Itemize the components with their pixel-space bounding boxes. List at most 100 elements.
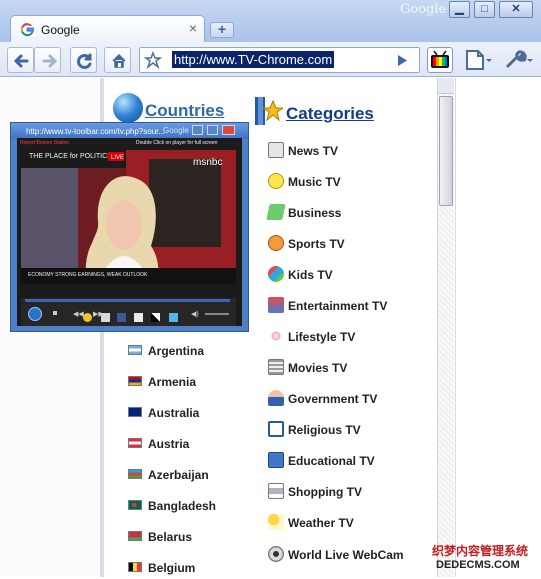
tv-player-window[interactable]: http://www.tv-toolbar.com/tv.php?sour...… xyxy=(10,122,249,332)
tab-close-icon[interactable]: × xyxy=(189,20,197,36)
scroll-up-icon[interactable] xyxy=(438,78,454,94)
category-label: World Live WebCam xyxy=(288,548,404,562)
reload-button[interactable] xyxy=(70,47,97,73)
bangladesh-flag-icon xyxy=(128,500,142,510)
right-page-edge xyxy=(455,78,541,577)
tv-video-frame[interactable]: THE PLACE for POLITICS LIVE msnbc ECONOM… xyxy=(21,150,236,300)
volume-icon[interactable]: ◀) xyxy=(191,310,199,318)
delicious-icon[interactable] xyxy=(151,313,160,322)
tv-extension-button[interactable] xyxy=(427,47,453,73)
back-button[interactable] xyxy=(7,47,34,73)
countries-heading[interactable]: Countries xyxy=(145,101,224,121)
share-toolbar xyxy=(83,313,183,325)
categories-heading[interactable]: Categories xyxy=(286,104,374,124)
kids-icon xyxy=(268,266,284,282)
browser-title-bar: Google × + Google ▁ □ ✕ xyxy=(0,0,541,43)
address-url[interactable]: http://www.TV-Chrome.com xyxy=(172,51,335,68)
category-label: Sports TV xyxy=(288,237,345,251)
wrench-icon xyxy=(506,50,533,68)
bookmark-star-icon[interactable] xyxy=(144,51,162,69)
live-label: LIVE xyxy=(111,155,124,161)
armenia-flag-icon xyxy=(128,376,142,386)
home-button[interactable] xyxy=(104,47,131,73)
category-label: Entertainment TV xyxy=(288,299,388,313)
maximize-button[interactable]: □ xyxy=(474,1,495,18)
seek-bar[interactable] xyxy=(25,299,230,302)
address-bar[interactable]: http://www.TV-Chrome.com xyxy=(139,47,420,73)
popup-scrollbar[interactable] xyxy=(437,78,454,577)
australia-flag-icon xyxy=(128,407,142,417)
argentina-flag-icon xyxy=(128,345,142,355)
twitter-icon[interactable] xyxy=(169,313,178,322)
player-title-bar[interactable]: http://www.tv-toolbar.com/tv.php?sour...… xyxy=(11,123,248,139)
new-tab-button[interactable]: + xyxy=(210,22,234,38)
sports-icon xyxy=(268,235,284,251)
browser-tab[interactable]: Google × xyxy=(10,15,205,43)
player-google-label: Google xyxy=(163,126,189,135)
shopping-icon xyxy=(268,483,284,499)
back-icon xyxy=(13,54,29,68)
play-icon[interactable] xyxy=(28,307,42,321)
news-ticker: ECONOMY STRONG EARNINGS, WEAK OUTLOOK xyxy=(28,272,148,278)
country-label: Azerbaijan xyxy=(148,468,209,482)
minimize-button[interactable]: ▁ xyxy=(449,1,470,18)
video-player[interactable]: Report Broken Station Double Click on pl… xyxy=(17,138,242,326)
music-icon xyxy=(268,173,284,189)
category-label: News TV xyxy=(288,144,339,158)
volume-slider[interactable] xyxy=(205,313,229,315)
belarus-flag-icon xyxy=(128,531,142,541)
browser-toolbar: http://www.TV-Chrome.com xyxy=(0,42,541,77)
people-icon[interactable] xyxy=(134,313,143,322)
category-label: Lifestyle TV xyxy=(288,330,356,344)
watermark: 织梦内容管理系统 DEDECMS.COM xyxy=(430,540,541,577)
report-broken-station[interactable]: Report Broken Station xyxy=(20,140,69,146)
network-logo: msnbc xyxy=(193,157,222,168)
news-icon xyxy=(268,142,284,158)
forward-icon xyxy=(42,54,58,68)
movies-icon xyxy=(268,359,284,375)
stop-icon[interactable] xyxy=(53,311,57,315)
facebook-icon[interactable] xyxy=(117,313,126,322)
category-label: Shopping TV xyxy=(288,485,362,499)
forward-button[interactable] xyxy=(34,47,61,73)
government-icon xyxy=(268,390,284,406)
country-label: Belarus xyxy=(148,530,193,544)
country-label: Armenia xyxy=(148,375,197,389)
close-window-button[interactable]: ✕ xyxy=(499,1,533,18)
entertainment-icon xyxy=(268,297,284,313)
country-label: Australia xyxy=(148,406,200,420)
tv-icon xyxy=(431,50,449,68)
belgium-flag-icon xyxy=(128,562,142,572)
player-close-icon[interactable] xyxy=(222,125,235,135)
category-label: Religious TV xyxy=(288,423,361,437)
categories-star-icon xyxy=(255,97,283,125)
webcam-icon xyxy=(268,546,284,562)
country-label: Argentina xyxy=(148,344,205,358)
mail-icon[interactable] xyxy=(101,313,110,322)
settings-menu-button[interactable] xyxy=(502,47,536,73)
fullscreen-hint: Double Click on player for full screen xyxy=(136,140,218,146)
player-minimize-icon[interactable] xyxy=(192,125,203,135)
category-label: Business xyxy=(288,206,342,220)
go-arrow-icon[interactable] xyxy=(396,54,408,67)
home-icon xyxy=(112,53,126,68)
page-menu-button[interactable] xyxy=(461,47,495,73)
watermark-line-2: DEDECMS.COM xyxy=(436,559,520,571)
country-label: Belgium xyxy=(148,561,196,575)
player-info-bar: Report Broken Station Double Click on pl… xyxy=(17,138,242,148)
religious-icon xyxy=(268,421,284,437)
austria-flag-icon xyxy=(128,438,142,448)
category-label: Educational TV xyxy=(288,454,375,468)
category-label: Movies TV xyxy=(288,361,348,375)
news-broadcast-image: THE PLACE for POLITICS LIVE msnbc ECONOM… xyxy=(21,150,236,300)
scroll-thumb[interactable] xyxy=(439,96,453,206)
reload-icon xyxy=(77,53,92,69)
globe-icon xyxy=(113,93,143,123)
country-label: Bangladesh xyxy=(148,499,217,513)
page-icon xyxy=(466,50,492,70)
comment-icon[interactable] xyxy=(83,313,92,322)
google-favicon-icon xyxy=(20,22,35,37)
player-maximize-icon[interactable] xyxy=(207,125,218,135)
lifestyle-icon xyxy=(268,328,284,344)
show-title: THE PLACE for POLITICS xyxy=(29,153,112,160)
